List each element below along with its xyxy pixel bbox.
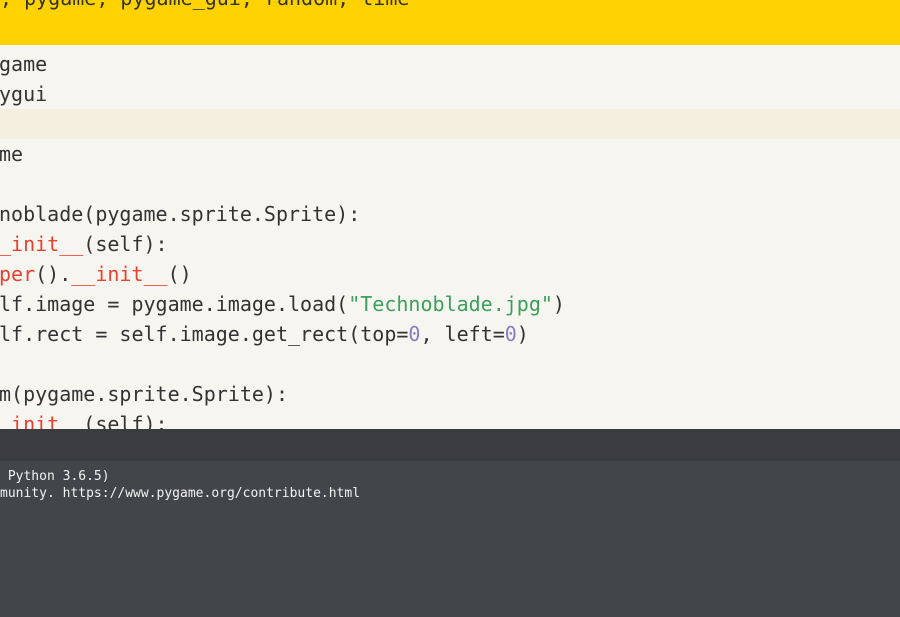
code-text: ) (516, 322, 529, 346)
code-line-13[interactable]: _init__(self): (0, 409, 899, 429)
code-text: lf.rect = self.image.get_rect(top= (0, 322, 409, 346)
toolbar-title-fragment: ; pygame, pygame_gui, random, time (0, 0, 409, 10)
mu-editor-window: ; pygame, pygame_gui, random, time game … (0, 0, 900, 617)
code-line-7[interactable]: _init__(self): (0, 229, 899, 259)
code-text: (self): (83, 232, 168, 256)
code-line-11[interactable] (0, 349, 900, 379)
console-line-1: Python 3.6.5) (0, 469, 110, 484)
code-text: ygui (0, 82, 48, 106)
console-line-2: munity. https://www.pygame.org/contribut… (0, 486, 361, 501)
code-editor[interactable]: game ygui me noblade(pygame.sprite.Sprit… (0, 45, 900, 429)
code-text: game (0, 52, 48, 76)
repl-console[interactable]: Python 3.6.5) munity. https://www.pygame… (0, 461, 900, 617)
code-line-6[interactable]: noblade(pygame.sprite.Sprite): (0, 199, 899, 229)
code-line-9[interactable]: lf.image = pygame.image.load("Technoblad… (0, 289, 899, 319)
code-text: lf.image = pygame.image.load( (0, 292, 349, 316)
code-string: "Technoblade.jpg" (348, 292, 553, 316)
toolbar: ; pygame, pygame_gui, random, time (0, 0, 900, 45)
code-keyword: __init__ (71, 262, 168, 286)
code-line-5[interactable] (0, 169, 900, 199)
code-line-4[interactable]: me (0, 139, 899, 169)
code-text: (). (35, 262, 72, 286)
code-number: 0 (408, 322, 421, 346)
code-line-1[interactable]: game (0, 49, 899, 79)
code-text: () (167, 262, 192, 286)
code-keyword: _init__ (0, 232, 84, 256)
code-text: ) (552, 292, 565, 316)
code-line-2[interactable]: ygui (0, 79, 899, 109)
code-line-12[interactable]: m(pygame.sprite.Sprite): (0, 379, 899, 409)
code-keyword: _init__ (0, 412, 84, 429)
code-number: 0 (504, 322, 517, 346)
code-text: , left= (420, 322, 505, 346)
code-line-3-active[interactable] (0, 109, 900, 139)
code-line-8[interactable]: per().__init__() (0, 259, 899, 289)
code-keyword: per (0, 262, 36, 286)
code-text: (self): (83, 412, 168, 429)
code-text: m(pygame.sprite.Sprite): (0, 382, 288, 406)
pane-splitter[interactable] (0, 429, 900, 461)
code-line-10[interactable]: lf.rect = self.image.get_rect(top=0, lef… (0, 319, 899, 349)
code-text: noblade(pygame.sprite.Sprite): (0, 202, 361, 226)
code-text: me (0, 142, 24, 166)
